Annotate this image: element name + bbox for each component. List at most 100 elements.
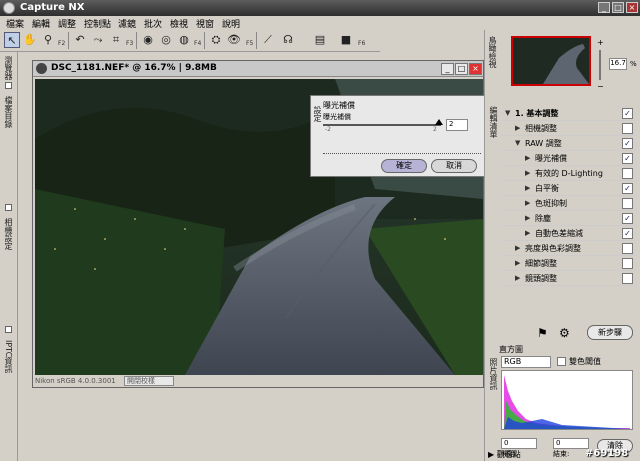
fill-icon[interactable]: ■ <box>338 32 354 48</box>
exposure-value-input[interactable]: 2 <box>446 119 468 131</box>
black-point-icon[interactable]: ◉ <box>140 32 156 48</box>
browser-pin-icon[interactable] <box>5 82 12 89</box>
gear-icon[interactable]: ⚙ <box>559 326 570 340</box>
menu-control-points[interactable]: 控制點 <box>84 17 111 30</box>
straighten-icon[interactable]: ⤳ <box>90 32 106 48</box>
minimize-button[interactable]: _ <box>598 2 610 13</box>
edit-list-item[interactable]: ▶ 白平衡 ✓ <box>501 181 637 196</box>
zoom-slider[interactable] <box>599 50 601 80</box>
crop-icon[interactable]: ⌗ <box>108 32 124 48</box>
lasso-icon[interactable]: ☊ <box>280 32 296 48</box>
edit-item-checkbox[interactable] <box>622 123 633 134</box>
edit-list-item[interactable]: ▶ 細節調整 <box>501 256 637 271</box>
brush-icon[interactable]: ⟋ <box>260 32 276 48</box>
edit-item-checkbox[interactable]: ✓ <box>622 213 633 224</box>
proof-select[interactable]: 開閉校樣 <box>123 376 174 386</box>
menu-filter[interactable]: 濾鏡 <box>118 17 136 30</box>
ok-button[interactable]: 確定 <box>381 159 427 173</box>
edit-list-item[interactable]: ▼ RAW 調整 ✓ <box>501 136 637 151</box>
dual-threshold-checkbox[interactable] <box>557 357 566 366</box>
expand-triangle-icon[interactable]: ▶ <box>525 169 530 177</box>
tab-edit-list[interactable]: 編輯清單 <box>488 106 499 138</box>
iptc-pin-icon[interactable] <box>5 326 12 333</box>
expand-triangle-icon[interactable]: ▶ <box>515 274 520 282</box>
edit-list-item[interactable]: ▶ 曝光補償 ✓ <box>501 151 637 166</box>
zoom-icon[interactable]: ⚲ <box>40 32 56 48</box>
neutral-point-icon[interactable]: ◍ <box>176 32 192 48</box>
edit-item-checkbox[interactable] <box>622 273 633 284</box>
edit-item-checkbox[interactable]: ✓ <box>622 228 633 239</box>
maximize-button[interactable]: □ <box>612 2 624 13</box>
edit-list-item[interactable]: ▶ 有效的 D-Lighting <box>501 166 637 181</box>
navigator-thumbnail[interactable] <box>511 36 591 86</box>
select-arrow-icon[interactable]: ↖ <box>4 32 20 48</box>
gradient-icon[interactable]: ▤ <box>312 32 328 48</box>
new-step-button[interactable]: 新步驟 <box>587 325 633 340</box>
edit-item-checkbox[interactable] <box>622 198 633 209</box>
rotate-icon[interactable]: ↶ <box>72 32 88 48</box>
expand-triangle-icon[interactable]: ▶ <box>525 214 530 222</box>
menu-view[interactable]: 檢視 <box>170 17 188 30</box>
menu-window[interactable]: 視窗 <box>196 17 214 30</box>
expand-triangle-icon[interactable]: ▼ <box>515 139 520 147</box>
edit-list-item[interactable]: ▶ 色斑抑制 <box>501 196 637 211</box>
document-icon <box>36 63 47 74</box>
edit-list-item[interactable]: ▶ 亮度與色彩調整 <box>501 241 637 256</box>
edit-item-checkbox[interactable]: ✓ <box>622 138 633 149</box>
expand-triangle-icon[interactable]: ▶ <box>515 244 520 252</box>
hand-icon[interactable]: ✋ <box>22 32 38 48</box>
exposure-slider-track[interactable] <box>323 124 441 126</box>
edit-list-item[interactable]: ▶ 除塵 ✓ <box>501 211 637 226</box>
white-point-icon[interactable]: ◎ <box>158 32 174 48</box>
image-close-button[interactable]: × <box>469 63 482 75</box>
edit-item-checkbox[interactable]: ✓ <box>622 108 633 119</box>
auto-retouch-icon[interactable]: ⛭ <box>208 32 224 48</box>
zoom-in-icon[interactable]: + <box>597 38 604 47</box>
end-input[interactable]: 0 <box>553 438 589 449</box>
red-eye-icon[interactable]: 👁 <box>226 32 242 48</box>
edit-item-checkbox[interactable] <box>622 168 633 179</box>
histogram-panel: 照片資訊 直方圖 RGB 雙色閾值 0 0 開始: 結束: 清除 <box>485 342 640 461</box>
expand-triangle-icon[interactable]: ▶ <box>515 124 520 132</box>
expand-triangle-icon[interactable]: ▼ <box>505 109 510 117</box>
image-minimize-button[interactable]: _ <box>441 63 454 75</box>
edit-item-checkbox[interactable]: ✓ <box>622 183 633 194</box>
menu-bar: 檔案 編輯 調整 控制點 濾鏡 批次 檢視 視窗 說明 <box>0 16 640 30</box>
expand-triangle-icon[interactable]: ▶ <box>525 199 530 207</box>
edit-item-checkbox[interactable]: ✓ <box>622 153 633 164</box>
cancel-button[interactable]: 取消 <box>431 159 477 173</box>
image-maximize-button[interactable]: □ <box>455 63 468 75</box>
exposure-slider-thumb[interactable] <box>435 119 443 125</box>
flag-icon[interactable]: ⚑ <box>537 326 548 340</box>
close-button[interactable]: × <box>626 2 638 13</box>
edit-list-item[interactable]: ▶ 鏡頭調整 <box>501 271 637 286</box>
edit-list-item[interactable]: ▼ 1. 基本調整 ✓ <box>501 106 637 121</box>
expand-triangle-icon[interactable]: ▶ <box>525 184 530 192</box>
zoom-out-icon[interactable]: − <box>597 82 604 91</box>
menu-edit[interactable]: 編輯 <box>32 17 50 30</box>
expand-triangle-icon[interactable]: ▶ <box>525 154 530 162</box>
dialog-settings-tab[interactable]: 設定 <box>312 106 323 122</box>
edit-item-checkbox[interactable] <box>622 243 633 254</box>
edit-list-item[interactable]: ▶ 自動色差縮減 ✓ <box>501 226 637 241</box>
menu-batch[interactable]: 批次 <box>144 17 162 30</box>
tab-iptc[interactable]: IPTC資訊 <box>3 340 14 373</box>
camera-pin-icon[interactable] <box>5 204 12 211</box>
start-input[interactable]: 0 <box>501 438 537 449</box>
menu-file[interactable]: 檔案 <box>6 17 24 30</box>
tab-browser[interactable]: 瀏覽器 <box>3 56 14 80</box>
menu-adjust[interactable]: 調整 <box>58 17 76 30</box>
tab-camera-settings[interactable]: 相機設定 <box>3 218 14 250</box>
menu-help[interactable]: 說明 <box>222 17 240 30</box>
expand-triangle-icon[interactable]: ▶ <box>525 229 530 237</box>
channel-select[interactable]: RGB <box>501 356 551 368</box>
tab-bird-eye[interactable]: 鳥瞰檢視 <box>487 36 498 68</box>
zoom-input[interactable]: 16.7 <box>609 58 627 70</box>
expand-triangle-icon[interactable]: ▶ <box>515 259 520 267</box>
edit-item-checkbox[interactable] <box>622 258 633 269</box>
expand-icon[interactable]: ▶ <box>488 450 494 459</box>
tab-file-directory[interactable]: 檔案目錄 <box>3 96 14 128</box>
tab-photo-info[interactable]: 照片資訊 <box>488 358 499 390</box>
group-f2-label: F2 <box>58 40 66 47</box>
edit-list-item[interactable]: ▶ 相機調整 <box>501 121 637 136</box>
